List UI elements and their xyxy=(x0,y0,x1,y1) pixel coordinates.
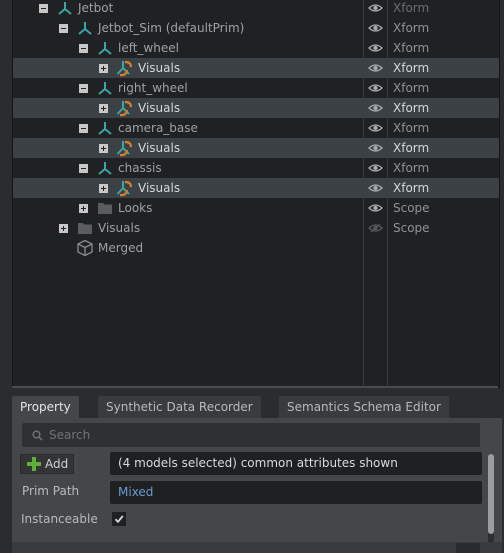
visibility-eye-icon[interactable] xyxy=(365,18,385,38)
tree-row-label: left_wheel xyxy=(118,41,179,55)
search-placeholder: Search xyxy=(49,428,91,442)
cube-icon xyxy=(76,239,94,257)
collapse-icon[interactable] xyxy=(39,3,48,13)
tab-synthetic-data-recorder[interactable]: Synthetic Data Recorder xyxy=(98,396,261,418)
visibility-eye-icon[interactable] xyxy=(365,78,385,98)
tree-row-label: chassis xyxy=(118,161,162,175)
visibility-eye-icon[interactable] xyxy=(365,38,385,58)
tree-row-right-wheel[interactable]: right_wheel Xform xyxy=(13,78,499,98)
tree-row-chassis[interactable]: chassis Xform xyxy=(13,158,499,178)
expand-icon[interactable] xyxy=(99,143,108,153)
reference-xform-icon xyxy=(116,139,134,157)
collapse-icon[interactable] xyxy=(59,23,68,33)
tree-row-label: right_wheel xyxy=(118,81,188,95)
tree-row-label: Looks xyxy=(118,201,153,215)
tree-row-type: Xform xyxy=(393,81,430,95)
reference-xform-icon xyxy=(116,99,134,117)
add-plus-icon xyxy=(27,457,41,471)
tree-row-camera-base[interactable]: camera_base Xform xyxy=(13,118,499,138)
tree-row-label: Visuals xyxy=(98,221,141,235)
visibility-eye-icon[interactable] xyxy=(365,138,385,158)
tree-row-type: Xform xyxy=(393,101,430,115)
expand-icon[interactable] xyxy=(59,223,68,233)
xform-axis-icon xyxy=(96,39,114,57)
tree-row-label: Merged xyxy=(98,241,144,255)
tree-row-type: Xform xyxy=(393,181,430,195)
xform-axis-icon xyxy=(96,79,114,97)
expand-icon[interactable] xyxy=(99,183,108,193)
tab-semantics-schema-editor[interactable]: Semantics Schema Editor xyxy=(279,396,449,418)
tree-row-visuals-scope[interactable]: Visuals Scope xyxy=(13,218,499,238)
stage-bottom-border xyxy=(12,386,498,388)
visibility-eye-icon[interactable] xyxy=(365,0,385,18)
search-icon xyxy=(32,430,43,441)
instanceable-checkbox[interactable] xyxy=(112,512,126,526)
reference-xform-icon xyxy=(116,59,134,77)
tree-row-chassis-visuals[interactable]: Visuals Xform xyxy=(13,178,499,198)
visibility-eye-icon[interactable] xyxy=(365,178,385,198)
add-button-label: Add xyxy=(45,457,69,471)
visibility-eye-off-icon[interactable] xyxy=(365,218,385,238)
tree-row-label: Jetbot xyxy=(78,1,114,15)
visibility-eye-icon[interactable] xyxy=(365,198,385,218)
selection-summary: (4 models selected) common attributes sh… xyxy=(110,452,482,475)
tree-row-type: Xform xyxy=(393,61,430,75)
tree-row-type: Xform xyxy=(393,21,430,35)
xform-axis-icon xyxy=(56,0,74,17)
visibility-eye-icon[interactable] xyxy=(365,118,385,138)
collapsed-section-header[interactable] xyxy=(12,542,502,553)
scrollbar-thumb[interactable] xyxy=(488,454,494,534)
tree-row-type: Xform xyxy=(393,141,430,155)
collapse-icon[interactable] xyxy=(79,163,88,173)
collapse-icon[interactable] xyxy=(79,83,88,93)
checkmark-icon xyxy=(114,515,124,524)
expand-icon[interactable] xyxy=(99,63,108,73)
folder-icon xyxy=(76,219,94,237)
visibility-eye-icon[interactable] xyxy=(365,58,385,78)
tree-row-type: Xform xyxy=(393,121,430,135)
tree-row-type: Scope xyxy=(393,221,430,235)
visibility-eye-icon[interactable] xyxy=(365,158,385,178)
tree-row-left-wheel-visuals[interactable]: Visuals Xform xyxy=(13,58,499,78)
instanceable-label: Instanceable xyxy=(21,512,98,526)
add-button[interactable]: Add xyxy=(20,454,74,474)
tree-row-jetbot[interactable]: Jetbot Xform xyxy=(13,0,499,18)
tree-row-merged[interactable]: Merged xyxy=(13,238,499,258)
property-panel: Search Add (4 models selected) common at… xyxy=(12,418,502,553)
tree-row-type: Xform xyxy=(393,1,430,15)
left-edge-strip xyxy=(0,0,12,553)
tree-row-type: Scope xyxy=(393,201,430,215)
tree-row-label: Visuals xyxy=(138,101,181,115)
prim-path-field[interactable]: Mixed xyxy=(110,481,482,504)
tab-bar: Property Synthetic Data Recorder Semanti… xyxy=(12,396,500,420)
tree-row-label: Jetbot_Sim (defaultPrim) xyxy=(98,21,245,35)
tree-row-jetbot-sim[interactable]: Jetbot_Sim (defaultPrim) Xform xyxy=(13,18,499,38)
tree-row-label: Visuals xyxy=(138,141,181,155)
search-input[interactable]: Search xyxy=(22,423,480,447)
tree-row-label: camera_base xyxy=(118,121,198,135)
xform-axis-icon xyxy=(96,159,114,177)
tree-row-left-wheel[interactable]: left_wheel Xform xyxy=(13,38,499,58)
tree-row-looks[interactable]: Looks Scope xyxy=(13,198,499,218)
section-menu-button[interactable] xyxy=(456,543,480,553)
expand-icon[interactable] xyxy=(79,203,88,213)
reference-xform-icon xyxy=(116,179,134,197)
tree-row-camera-base-visuals[interactable]: Visuals Xform xyxy=(13,138,499,158)
tree-row-type: Xform xyxy=(393,161,430,175)
tree-row-type: Xform xyxy=(393,41,430,55)
collapse-icon[interactable] xyxy=(79,123,88,133)
folder-icon xyxy=(96,199,114,217)
tab-property[interactable]: Property xyxy=(12,396,79,418)
tree-row-label: Visuals xyxy=(138,61,181,75)
tree-row-right-wheel-visuals[interactable]: Visuals Xform xyxy=(13,98,499,118)
expand-icon[interactable] xyxy=(99,103,108,113)
xform-axis-icon xyxy=(76,19,94,37)
prim-path-label: Prim Path xyxy=(22,484,80,498)
visibility-eye-icon[interactable] xyxy=(365,98,385,118)
tree-row-label: Visuals xyxy=(138,181,181,195)
stage-tree[interactable]: Jetbot Xform Jetbot_Sim (defaultPrim) Xform… xyxy=(12,0,500,388)
collapse-icon[interactable] xyxy=(79,43,88,53)
xform-axis-icon xyxy=(96,119,114,137)
